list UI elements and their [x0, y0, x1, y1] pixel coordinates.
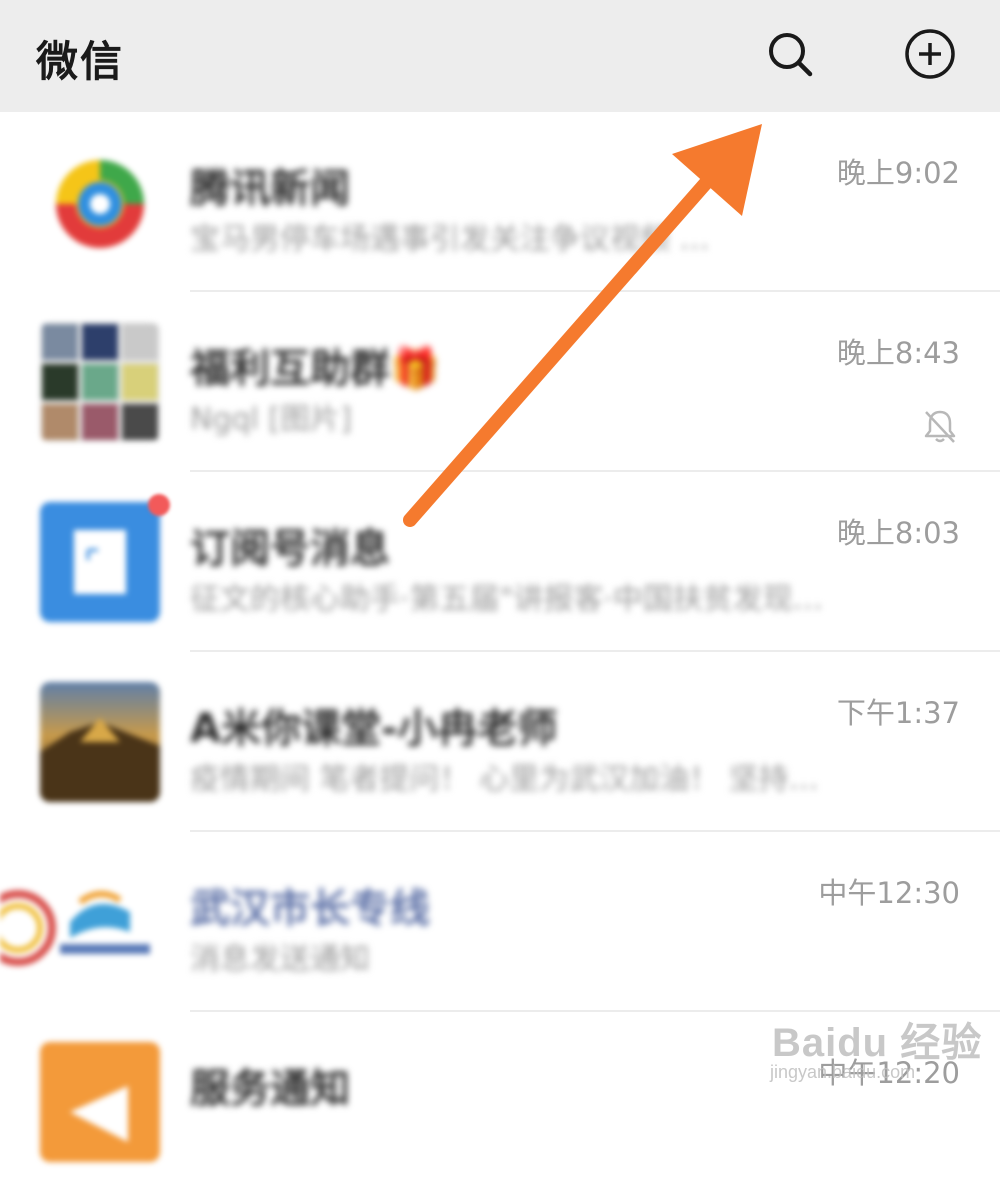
mute-bell-icon [920, 406, 960, 446]
landscape-avatar [40, 682, 160, 802]
group-avatar [40, 322, 160, 442]
chat-time: 中午12:30 [818, 876, 960, 910]
chat-item-tencent-news[interactable]: 腾讯新闻 宝马男停车场遇事引发关注争议视频 … 晚上9:02 [0, 112, 1000, 292]
add-button[interactable] [900, 24, 960, 84]
wuhan-hotline-avatar [0, 862, 160, 982]
chat-time: 下午1:37 [836, 696, 960, 730]
chat-item-service-notice[interactable]: 服务通知 中午12:20 [0, 1012, 1000, 1192]
chat-time: 晚上8:03 [836, 516, 960, 550]
chat-name: 订阅号消息 [190, 526, 390, 572]
chat-name: 腾讯新闻 [190, 166, 350, 212]
chat-list: 腾讯新闻 宝马男停车场遇事引发关注争议视频 … 晚上9:02 福利互助群🎁 Ng… [0, 112, 1000, 1162]
chat-name: 武汉市长专线 [190, 886, 430, 932]
tencent-news-avatar [40, 142, 160, 262]
chat-preview: 疫情期间 笔者提问！ 心里为武汉加油！ 坚持… [190, 762, 819, 797]
chat-name: A米你课堂-小冉老师 [190, 706, 558, 752]
chat-time: 晚上8:43 [836, 336, 960, 370]
chat-item-subscriptions[interactable]: 订阅号消息 征文的核心助手·第五届"讲报客·中国扶贫发现… 晚上8:03 [0, 472, 1000, 652]
chat-name: 福利互助群🎁 [190, 346, 440, 392]
service-notice-avatar [40, 1042, 160, 1162]
chat-item-classroom[interactable]: A米你课堂-小冉老师 疫情期间 笔者提问！ 心里为武汉加油！ 坚持… 下午1:3… [0, 652, 1000, 832]
chat-preview: 征文的核心助手·第五届"讲报客·中国扶贫发现… [190, 582, 823, 617]
chat-time: 晚上9:02 [836, 156, 960, 190]
chat-item-wuhan-hotline[interactable]: 武汉市长专线 消息发送通知 中午12:30 [0, 832, 1000, 1012]
subscription-avatar [40, 502, 160, 622]
chat-name: 服务通知 [190, 1066, 350, 1112]
plus-circle-icon [905, 29, 955, 79]
chat-preview: Ngql [图片] [190, 402, 352, 437]
chat-preview: 消息发送通知 [190, 942, 370, 977]
search-button[interactable] [760, 24, 820, 84]
chat-time: 中午12:20 [818, 1056, 960, 1090]
unread-dot [148, 494, 170, 516]
top-bar: 微信 [0, 0, 1000, 112]
search-icon [769, 33, 813, 77]
page-title: 微信 [36, 37, 125, 86]
chat-preview: 宝马男停车场遇事引发关注争议视频 … [190, 222, 710, 257]
chat-item-group[interactable]: 福利互助群🎁 Ngql [图片] 晚上8:43 [0, 292, 1000, 472]
